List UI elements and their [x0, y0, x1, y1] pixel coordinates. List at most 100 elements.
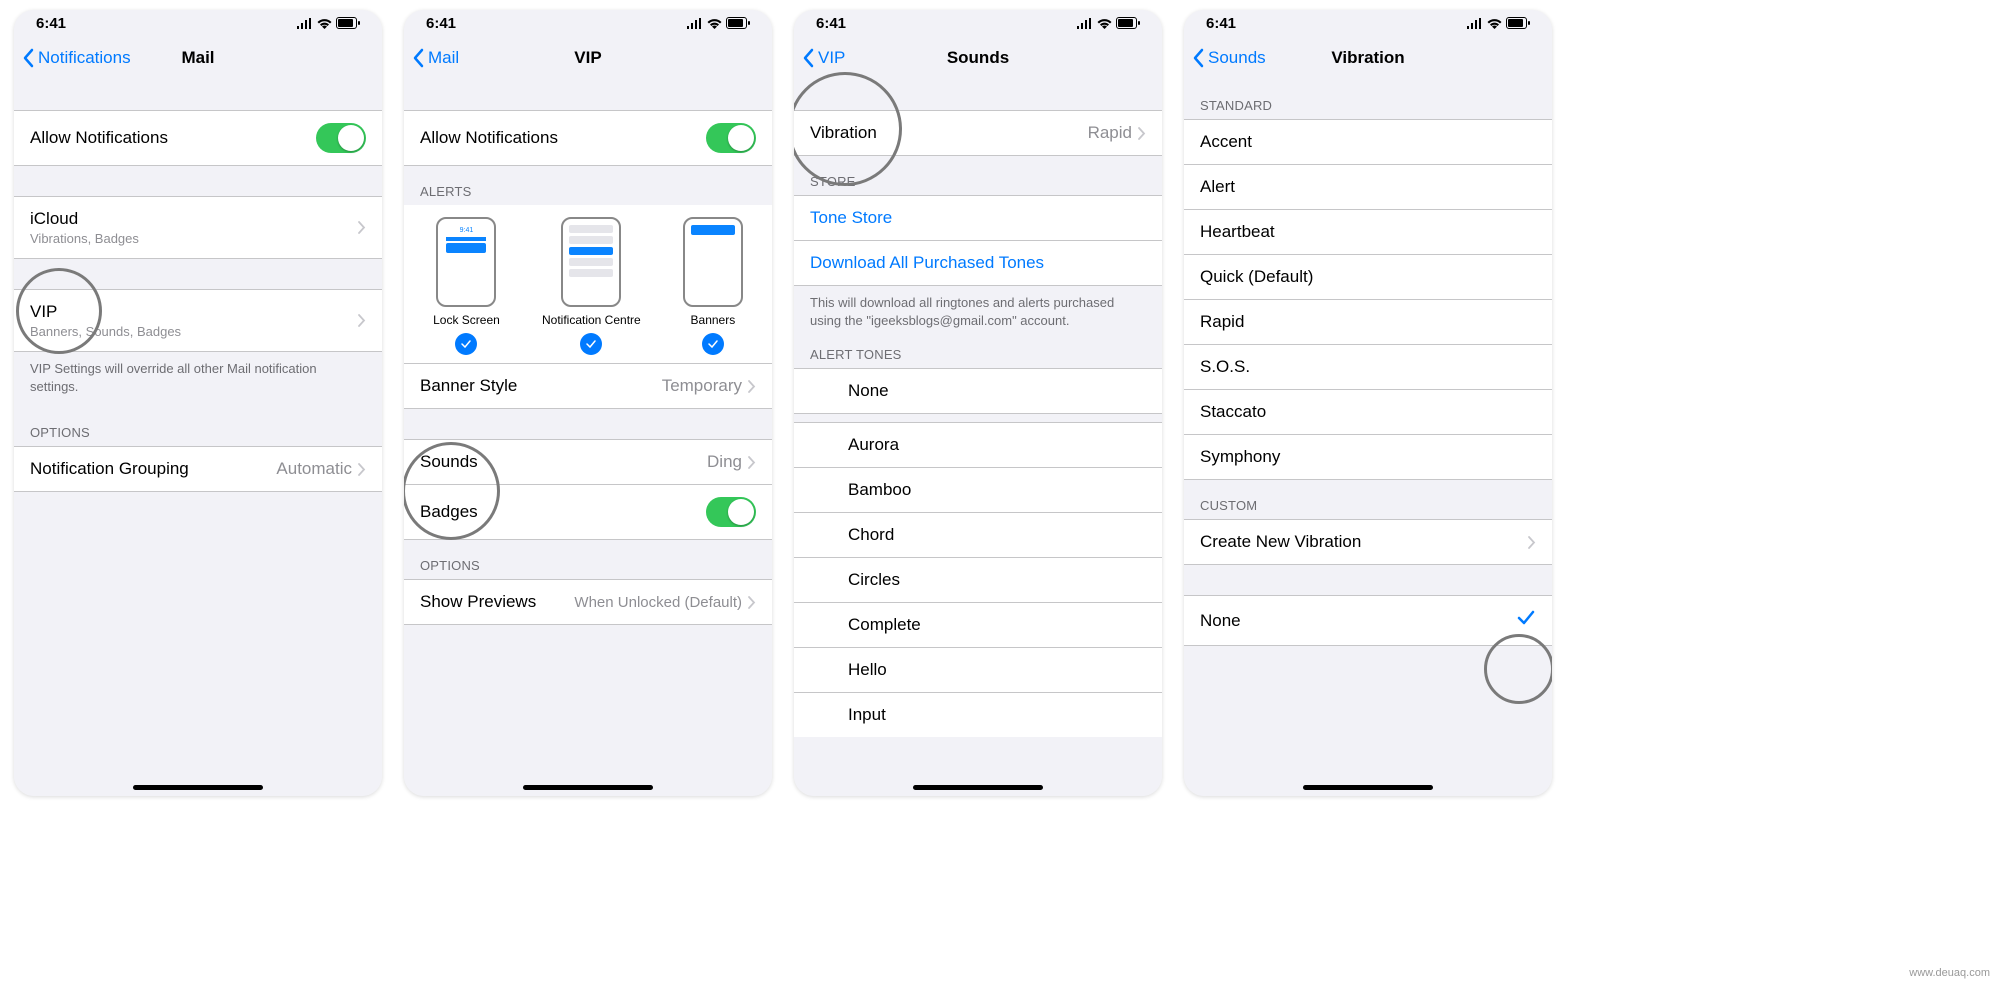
home-indicator[interactable]	[523, 785, 653, 790]
allow-label: Allow Notifications	[30, 128, 168, 148]
option-label: S.O.S.	[1200, 357, 1250, 377]
watermark: www.deuaq.com	[1909, 967, 1990, 979]
lock-screen-icon: 9:41	[436, 217, 496, 307]
check-icon	[702, 333, 724, 355]
vibration-option[interactable]: Rapid	[1184, 300, 1552, 345]
tone-label: None	[848, 381, 889, 401]
badges-toggle[interactable]	[706, 497, 756, 527]
alert-notification-centre[interactable]: Notification Centre	[542, 217, 641, 355]
previews-label: Show Previews	[420, 592, 536, 612]
allow-toggle[interactable]	[706, 123, 756, 153]
vibration-row[interactable]: Vibration Rapid	[794, 110, 1162, 156]
option-label: Rapid	[1200, 312, 1244, 332]
banners-icon	[683, 217, 743, 307]
vip-row[interactable]: VIP Banners, Sounds, Badges	[14, 289, 382, 352]
back-label: Mail	[428, 48, 459, 68]
allow-notifications-row[interactable]: Allow Notifications	[14, 110, 382, 166]
option-label: Accent	[1200, 132, 1252, 152]
tone-row[interactable]: Aurora	[794, 422, 1162, 468]
tone-store-label: Tone Store	[810, 208, 892, 228]
alert-label: Notification Centre	[542, 313, 641, 327]
status-bar: 6:41	[1184, 10, 1552, 36]
alert-label: Lock Screen	[433, 313, 500, 327]
vibration-option[interactable]: Quick (Default)	[1184, 255, 1552, 300]
nav-title: Mail	[181, 48, 214, 68]
content-area: Vibration Rapid STORE Tone Store Downloa…	[794, 80, 1162, 796]
chevron-icon	[1528, 536, 1536, 549]
back-button[interactable]: Mail	[412, 48, 459, 68]
tone-row[interactable]: None	[794, 368, 1162, 414]
options-header: OPTIONS	[404, 540, 772, 579]
chevron-icon	[748, 456, 756, 469]
content-area: Allow Notifications iCloud Vibrations, B…	[14, 80, 382, 796]
content-area: STANDARD Accent Alert Heartbeat Quick (D…	[1184, 80, 1552, 796]
download-all-row[interactable]: Download All Purchased Tones	[794, 241, 1162, 286]
vibration-option[interactable]: Alert	[1184, 165, 1552, 210]
allow-notifications-row[interactable]: Allow Notifications	[404, 110, 772, 166]
vip-footer: VIP Settings will override all other Mai…	[14, 352, 382, 407]
home-indicator[interactable]	[913, 785, 1043, 790]
status-icons	[1076, 17, 1140, 29]
vibration-option[interactable]: S.O.S.	[1184, 345, 1552, 390]
download-footer: This will download all ringtones and ale…	[794, 286, 1162, 341]
alert-banners[interactable]: Banners	[683, 217, 743, 355]
status-time: 6:41	[816, 15, 846, 32]
icloud-row[interactable]: iCloud Vibrations, Badges	[14, 196, 382, 259]
create-new-vibration-row[interactable]: Create New Vibration	[1184, 519, 1552, 565]
banner-style-row[interactable]: Banner Style Temporary	[404, 364, 772, 409]
tone-row[interactable]: Input	[794, 693, 1162, 737]
vibration-option[interactable]: Staccato	[1184, 390, 1552, 435]
nav-bar: VIP Sounds	[794, 36, 1162, 80]
nav-title: VIP	[574, 48, 601, 68]
option-label: Alert	[1200, 177, 1235, 197]
status-bar: 6:41	[14, 10, 382, 36]
screen-mail-notifications: 6:41 Notifications Mail Allow Notificati…	[14, 10, 382, 796]
check-icon	[455, 333, 477, 355]
chevron-icon	[358, 221, 366, 234]
none-label: None	[1200, 611, 1241, 631]
back-button[interactable]: Notifications	[22, 48, 131, 68]
option-label: Heartbeat	[1200, 222, 1275, 242]
content-area: Allow Notifications ALERTS 9:41 Lock Scr…	[404, 80, 772, 796]
screen-vip: 6:41 Mail VIP Allow Notifications ALERTS…	[404, 10, 772, 796]
chevron-icon	[748, 596, 756, 609]
screen-sounds: 6:41 VIP Sounds Vibration Rapid STORE To…	[794, 10, 1162, 796]
home-indicator[interactable]	[133, 785, 263, 790]
tone-row[interactable]: Chord	[794, 513, 1162, 558]
vibration-option[interactable]: Heartbeat	[1184, 210, 1552, 255]
tone-label: Bamboo	[848, 480, 911, 500]
back-button[interactable]: Sounds	[1192, 48, 1266, 68]
options-header: OPTIONS	[14, 407, 382, 446]
show-previews-row[interactable]: Show Previews When Unlocked (Default)	[404, 579, 772, 625]
none-row[interactable]: None	[1184, 595, 1552, 646]
home-indicator[interactable]	[1303, 785, 1433, 790]
allow-toggle[interactable]	[316, 123, 366, 153]
nav-title: Sounds	[947, 48, 1009, 68]
screen-vibration: 6:41 Sounds Vibration STANDARD Accent Al…	[1184, 10, 1552, 796]
notification-grouping-row[interactable]: Notification Grouping Automatic	[14, 446, 382, 492]
vibration-option[interactable]: Accent	[1184, 119, 1552, 165]
back-label: VIP	[818, 48, 845, 68]
status-bar: 6:41	[794, 10, 1162, 36]
tone-row[interactable]: Hello	[794, 648, 1162, 693]
tone-row[interactable]: Circles	[794, 558, 1162, 603]
status-icons	[1466, 17, 1530, 29]
tone-row[interactable]: Complete	[794, 603, 1162, 648]
chevron-icon	[748, 380, 756, 393]
status-time: 6:41	[426, 15, 456, 32]
create-new-label: Create New Vibration	[1200, 532, 1361, 552]
download-all-label: Download All Purchased Tones	[810, 253, 1044, 273]
back-button[interactable]: VIP	[802, 48, 845, 68]
alert-lock-screen[interactable]: 9:41 Lock Screen	[433, 217, 500, 355]
badges-row[interactable]: Badges	[404, 485, 772, 540]
vibration-option[interactable]: Symphony	[1184, 435, 1552, 480]
standard-header: STANDARD	[1184, 80, 1552, 119]
tone-store-row[interactable]: Tone Store	[794, 195, 1162, 241]
tone-row[interactable]: Bamboo	[794, 468, 1162, 513]
tone-label: Input	[848, 705, 886, 725]
alerts-header: ALERTS	[404, 166, 772, 205]
alert-label: Banners	[691, 313, 736, 327]
sounds-row[interactable]: Sounds Ding	[404, 439, 772, 485]
tone-label: Circles	[848, 570, 900, 590]
alert-types-row: 9:41 Lock Screen Notification Centre Ban…	[404, 205, 772, 364]
